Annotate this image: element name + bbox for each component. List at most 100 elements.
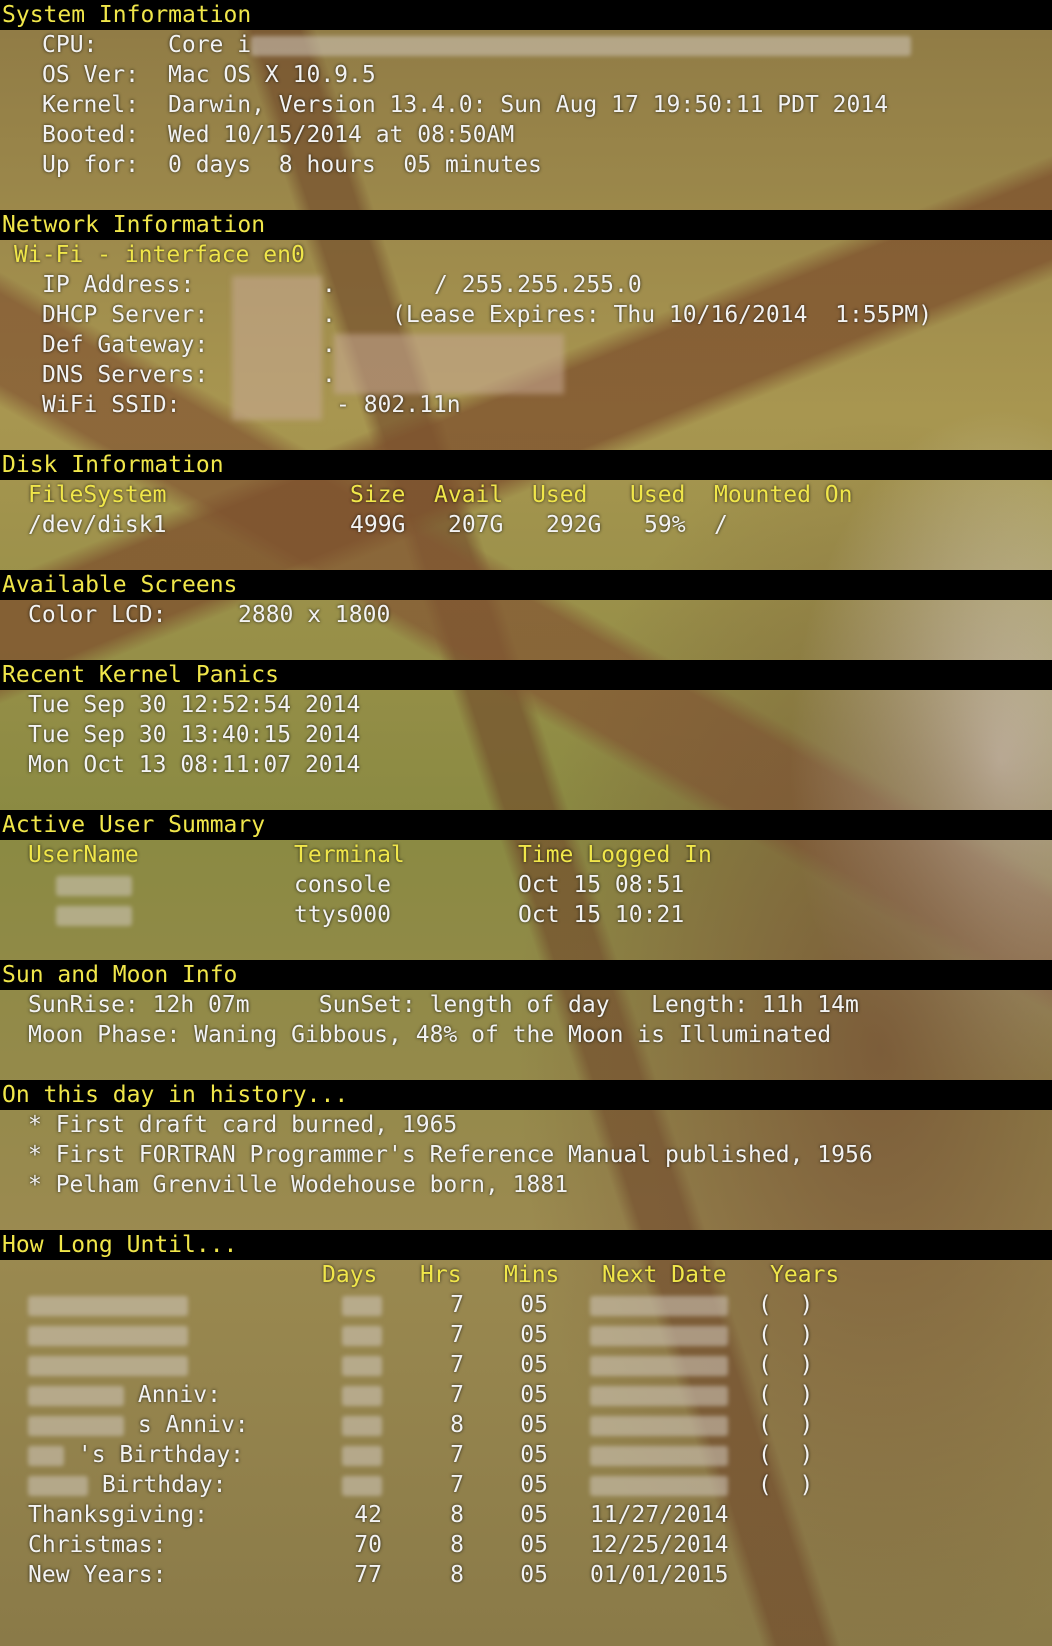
until-rows: 7 05 ( ) 7 05 ( ) 7 05 ( ) Anniv: 7 05 ( ) s Anniv:… (0, 1290, 1052, 1590)
redacted-block (342, 1385, 382, 1406)
history-text: * First FORTRAN Programmer's Reference M… (28, 1142, 873, 1168)
history-item: * First FORTRAN Programmer's Reference M… (0, 1140, 1052, 1170)
until-mins: 05 (520, 1442, 548, 1468)
redacted-block (590, 1295, 728, 1316)
panic-item: Tue Sep 30 13:40:15 2014 (0, 720, 1052, 750)
ssid-row: WiFi SSID: - 802.11n (0, 390, 1052, 420)
until-next-date: 12/25/2014 (590, 1532, 729, 1558)
until-label: New Years: (28, 1562, 167, 1588)
until-days (322, 1410, 382, 1440)
col-years: Years (770, 1262, 840, 1288)
until-hrs: 7 (450, 1352, 464, 1378)
until-mins: 05 (520, 1502, 548, 1528)
redacted-block (342, 1415, 382, 1436)
user-terminal: ttys000 (294, 902, 391, 928)
until-days (322, 1320, 382, 1350)
cpu-row: CPU: Core i (0, 30, 1052, 60)
ssid-value: - 802.11n (336, 392, 461, 418)
until-next-date (590, 1470, 758, 1500)
until-years: ( ) (758, 1292, 814, 1318)
until-row: 7 05 ( ) (0, 1290, 1052, 1320)
section-header-disk: Disk Information (0, 450, 1052, 480)
user-login-time: Oct 15 10:21 (518, 902, 685, 928)
booted-label: Booted: (42, 122, 139, 148)
panic-time: Tue Sep 30 12:52:54 2014 (28, 692, 361, 718)
until-next-date (590, 1290, 758, 1320)
os-value: Mac OS X 10.9.5 (168, 62, 376, 88)
disk-used: 292G (546, 512, 602, 538)
until-label: Birthday: (101, 1472, 227, 1498)
booted-value: Wed 10/15/2014 at 08:50AM (168, 122, 515, 148)
until-label-cell: Thanksgiving: (28, 1500, 322, 1530)
col-used-pct: Used (630, 482, 686, 508)
redacted-block (342, 1355, 382, 1376)
until-next-date (590, 1320, 758, 1350)
col-username: UserName (28, 842, 139, 868)
cpu-value: Core i (168, 32, 252, 58)
redacted-username (56, 905, 132, 926)
col-hrs: Hrs (420, 1262, 462, 1288)
kernel-row: Kernel: Darwin, Version 13.4.0: Sun Aug 1… (0, 90, 1052, 120)
redacted-block (590, 1445, 728, 1466)
until-hrs: 8 (450, 1412, 464, 1438)
sun-row: SunRise: 12h 07m SunSet: length of day L… (0, 990, 1052, 1020)
col-used: Used (532, 482, 588, 508)
dhcp-row: DHCP Server:. (Lease Expires: Thu 10/16/2… (42, 302, 933, 328)
until-label-cell: s Anniv: (28, 1410, 322, 1440)
col-avail: Avail (434, 482, 504, 508)
until-label-cell: New Years: (28, 1560, 322, 1590)
until-mins: 05 (520, 1292, 548, 1318)
history-text: * First draft card burned, 1965 (28, 1112, 458, 1138)
until-years: ( ) (758, 1442, 814, 1468)
sun-times: SunRise: 12h 07m SunSet: length of day L… (28, 992, 859, 1018)
until-label-cell: Birthday: (28, 1470, 322, 1500)
redacted-block (590, 1355, 728, 1376)
col-size: Size (350, 482, 406, 508)
disk-size: 499G (350, 512, 406, 538)
user-row: console Oct 15 08:51 (0, 870, 1052, 900)
redacted-block (28, 1415, 124, 1436)
redacted-username (56, 875, 132, 896)
kernel-value: Darwin, Version 13.4.0: Sun Aug 17 19:50… (168, 92, 889, 118)
until-years: ( ) (758, 1382, 814, 1408)
redacted-block (28, 1475, 88, 1496)
until-row: s Anniv: 8 05 ( ) (0, 1410, 1052, 1440)
section-header-screens: Available Screens (0, 570, 1052, 600)
uptime-row: Up for: 0 days 8 hours 05 minutes (0, 150, 1052, 180)
redacted-block (28, 1325, 188, 1346)
until-label: s Anniv: (137, 1412, 249, 1438)
until-mins: 05 (520, 1472, 548, 1498)
until-label: Anniv: (137, 1382, 221, 1408)
until-row: Anniv: 7 05 ( ) (0, 1380, 1052, 1410)
users-header-row: UserName Terminal Time Logged In (0, 840, 1052, 870)
until-row: 7 05 ( ) (0, 1350, 1052, 1380)
until-label-cell: Christmas: (28, 1530, 322, 1560)
screen-row: Color LCD: 2880 x 1800 (0, 600, 1052, 630)
until-next-date (590, 1350, 758, 1380)
redacted-block (28, 1355, 188, 1376)
panic-item: Tue Sep 30 12:52:54 2014 (0, 690, 1052, 720)
screen-value: 2880 x 1800 (238, 602, 391, 628)
until-hrs: 8 (450, 1532, 464, 1558)
until-label-cell: 's Birthday: (28, 1440, 322, 1470)
history-text: * Pelham Grenville Wodehouse born, 1881 (28, 1172, 569, 1198)
until-mins: 05 (520, 1352, 548, 1378)
section-header-sun: Sun and Moon Info (0, 960, 1052, 990)
redacted-block (342, 1295, 382, 1316)
col-mins: Mins (504, 1262, 560, 1288)
until-days: 77 (354, 1562, 382, 1588)
moon-phase: Moon Phase: Waning Gibbous, 48% of the M… (28, 1022, 832, 1048)
ip-row: IP Address:./ 255.255.255.0 (42, 272, 642, 298)
until-days (322, 1350, 382, 1380)
until-years: ( ) (758, 1472, 814, 1498)
until-row: 's Birthday: 7 05 ( ) (0, 1440, 1052, 1470)
until-days (322, 1380, 382, 1410)
redacted-block (342, 1445, 382, 1466)
until-label-cell (28, 1350, 322, 1380)
section-header-network: Network Information (0, 210, 1052, 240)
terminal-output: System Information CPU: Core i OS Ver: Mac… (0, 0, 1052, 1590)
section-header-panics: Recent Kernel Panics (0, 660, 1052, 690)
interface-name: Wi-Fi - interface en0 (14, 242, 305, 268)
redacted-block (590, 1385, 728, 1406)
disk-row: /dev/disk1 499G 207G 292G 59% / (0, 510, 1052, 540)
